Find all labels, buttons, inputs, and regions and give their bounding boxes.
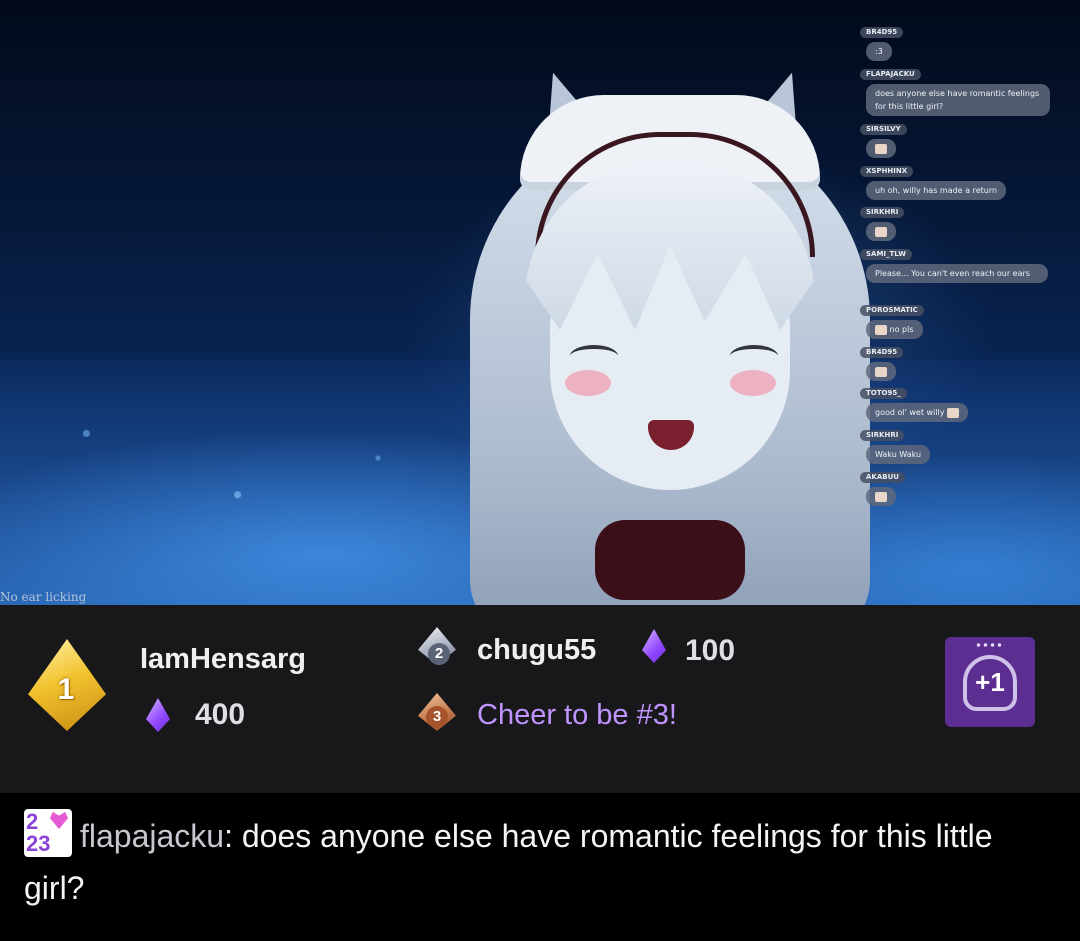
rank-number: 3 <box>426 706 448 728</box>
chat-username: XSPHHINX <box>860 166 914 177</box>
message-separator: : <box>224 818 233 854</box>
chat-emote-message <box>866 222 896 241</box>
emote-icon <box>875 226 887 237</box>
bits-leaderboard: 1 IamHensarg 400 2 chugu55 100 3 Cheer t… <box>0 605 1080 793</box>
chat-username: POROSMATIC <box>860 305 924 316</box>
chat-message: Please... You can't even reach our ears <box>866 264 1048 283</box>
chat-message: good ol' wet willy <box>866 403 968 422</box>
chat-message: uh oh, willy has made a return <box>866 181 1007 200</box>
chat-username: SIRSILVY <box>860 124 907 135</box>
message-line: 2 23 flapajacku: does anyone else have r… <box>24 809 1054 914</box>
leader-name-2[interactable]: chugu55 <box>477 634 596 667</box>
chat-username: SAMI_TLW <box>860 249 912 260</box>
emote-icon <box>875 324 887 335</box>
chat-emote-message <box>866 139 896 158</box>
chat-username: BR4D95 <box>860 347 904 358</box>
leader-amount-2: 100 <box>685 634 736 667</box>
bits-gem-icon <box>146 698 170 732</box>
chat-emote-message <box>866 487 896 506</box>
chat-emote-message <box>866 362 896 381</box>
chat-username: BR4D95 <box>860 27 904 38</box>
leader-amount-1: 400 <box>195 698 246 731</box>
chat-username: AKABUU <box>860 472 905 483</box>
anniversary-badge-icon: 2 23 <box>24 809 72 857</box>
rank-number: 1 <box>57 673 75 706</box>
chat-message: does anyone else have romantic feelings … <box>866 84 1050 116</box>
message-username[interactable]: flapajacku <box>80 818 224 854</box>
chat-message: no pls <box>866 320 923 339</box>
emote-icon <box>875 366 887 377</box>
stream-caption: No ear licking <box>0 590 87 604</box>
featured-chat-message: 2 23 flapajacku: does anyone else have r… <box>0 793 1080 941</box>
chat-message: Waku Waku <box>866 445 931 464</box>
stream-video[interactable]: No ear licking BR4D95 :3 FLAPAJACKU does… <box>0 0 1080 605</box>
vtuber-avatar <box>430 50 910 605</box>
plus-one-label: +1 <box>975 667 1005 697</box>
chat-username: SIRKHRI <box>860 207 905 218</box>
chat-username: FLAPAJACKU <box>860 69 921 80</box>
leader-name-1[interactable]: IamHensarg <box>140 643 306 676</box>
join-plus-one-button[interactable]: +1 <box>945 637 1035 727</box>
chat-message: :3 <box>866 42 892 61</box>
emote-icon <box>946 407 959 418</box>
rank-number: 2 <box>428 643 450 665</box>
bits-gem-icon <box>642 629 666 663</box>
emote-icon <box>875 143 887 154</box>
cheer-cta[interactable]: Cheer to be #3! <box>477 699 677 732</box>
chat-username: SIRKHRI <box>860 430 905 441</box>
ribbon-bow <box>595 520 745 600</box>
chat-username: TOTO95_ <box>860 388 907 399</box>
emote-icon <box>875 491 887 502</box>
